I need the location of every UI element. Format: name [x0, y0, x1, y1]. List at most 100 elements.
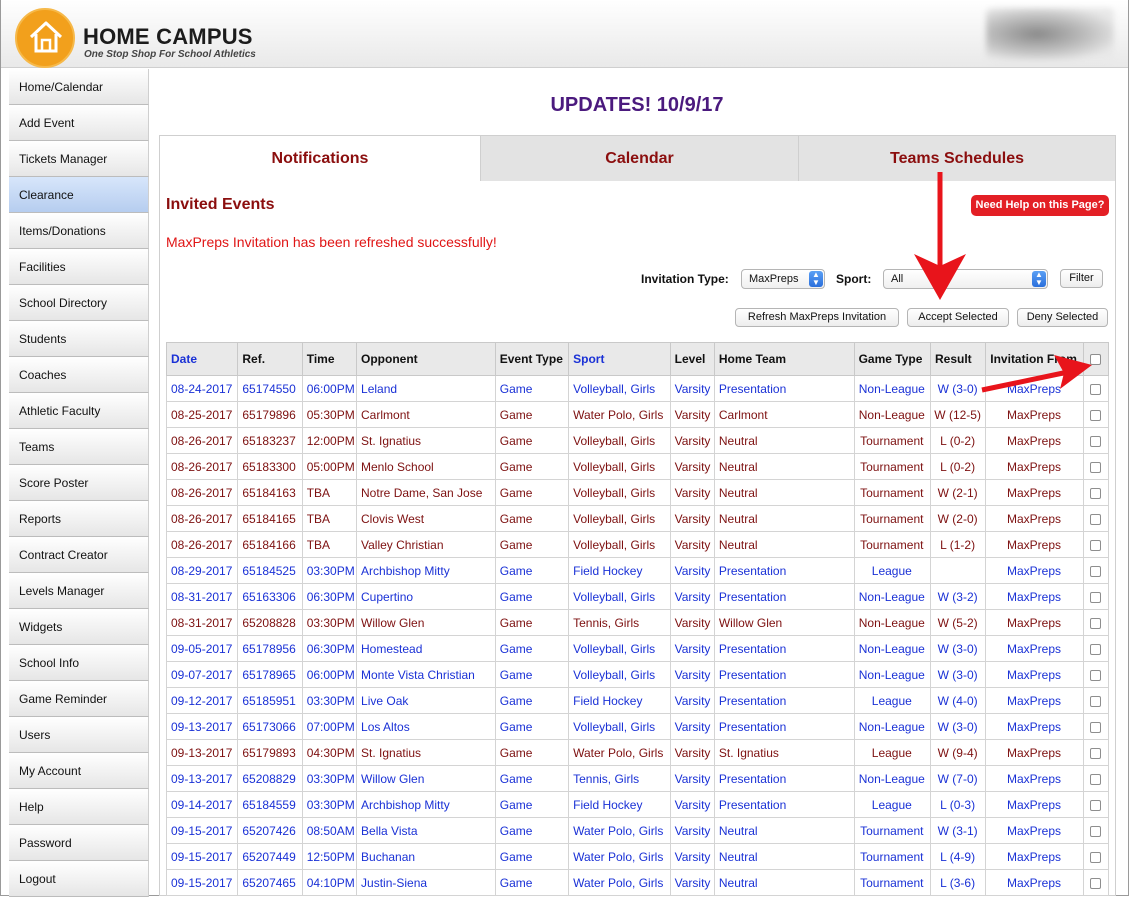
- cell-ref[interactable]: 65163306: [237, 583, 303, 610]
- cell-time[interactable]: 03:30PM: [301, 791, 358, 818]
- cell-event-type[interactable]: Game: [494, 375, 570, 402]
- sidebar-item-my-account[interactable]: My Account: [9, 753, 149, 789]
- cell-result[interactable]: W (3-0): [929, 713, 987, 740]
- cell-event-type[interactable]: Game: [494, 713, 570, 740]
- cell-level[interactable]: Varsity: [669, 687, 715, 714]
- sidebar-item-contract-creator[interactable]: Contract Creator: [9, 537, 149, 573]
- sidebar-item-game-reminder[interactable]: Game Reminder: [9, 681, 149, 717]
- row-select-checkbox[interactable]: [1082, 687, 1110, 714]
- cell-event-type[interactable]: Game: [494, 843, 570, 870]
- cell-opponent[interactable]: Monte Vista Christian: [356, 661, 496, 688]
- cell-time[interactable]: 06:30PM: [301, 635, 358, 662]
- cell-date[interactable]: 09-05-2017: [165, 635, 239, 662]
- cell-event-type[interactable]: Game: [494, 687, 570, 714]
- cell-level[interactable]: Varsity: [669, 635, 715, 662]
- cell-date[interactable]: 08-24-2017: [165, 375, 239, 402]
- cell-level[interactable]: Varsity: [669, 817, 715, 844]
- cell-time[interactable]: 06:00PM: [301, 375, 358, 402]
- cell-game-type[interactable]: Non-League: [853, 375, 931, 402]
- cell-level[interactable]: Varsity: [669, 375, 715, 402]
- cell-date[interactable]: 09-13-2017: [165, 713, 239, 740]
- row-select-checkbox[interactable]: [1082, 635, 1110, 662]
- row-select-checkbox[interactable]: [1082, 505, 1110, 532]
- cell-home-team[interactable]: Presentation: [713, 375, 855, 402]
- row-select-checkbox[interactable]: [1082, 531, 1110, 558]
- cell-invitation-from[interactable]: MaxPreps: [985, 375, 1084, 402]
- cell-sport[interactable]: Field Hockey: [568, 791, 671, 818]
- row-select-checkbox[interactable]: [1082, 375, 1110, 402]
- row-select-checkbox[interactable]: [1082, 609, 1110, 636]
- cell-ref[interactable]: 65184163: [237, 479, 303, 506]
- cell-ref[interactable]: 65184559: [237, 791, 303, 818]
- cell-ref[interactable]: 65183237: [237, 427, 303, 454]
- cell-event-type[interactable]: Game: [494, 661, 570, 688]
- user-profile-avatar[interactable]: [986, 8, 1114, 60]
- cell-result[interactable]: W (4-0): [929, 687, 987, 714]
- cell-ref[interactable]: 65184166: [237, 531, 303, 558]
- cell-date[interactable]: 09-07-2017: [165, 661, 239, 688]
- cell-date[interactable]: 09-15-2017: [165, 843, 239, 870]
- home-logo-icon[interactable]: [15, 8, 75, 68]
- cell-time[interactable]: 03:30PM: [301, 557, 358, 584]
- cell-result[interactable]: L (3-6): [929, 869, 987, 896]
- cell-time[interactable]: 03:30PM: [301, 687, 358, 714]
- cell-ref[interactable]: 65174550: [237, 375, 303, 402]
- cell-game-type[interactable]: Non-League: [853, 661, 931, 688]
- sidebar-item-add-event[interactable]: Add Event: [9, 105, 149, 141]
- cell-ref[interactable]: 65178956: [237, 635, 303, 662]
- row-select-checkbox[interactable]: [1082, 817, 1110, 844]
- cell-event-type[interactable]: Game: [494, 791, 570, 818]
- cell-game-type[interactable]: Tournament: [853, 843, 931, 870]
- cell-result[interactable]: W (3-0): [929, 635, 987, 662]
- cell-invitation-from[interactable]: MaxPreps: [985, 661, 1084, 688]
- cell-time[interactable]: 07:00PM: [301, 713, 358, 740]
- cell-game-type[interactable]: Tournament: [853, 869, 931, 896]
- cell-home-team[interactable]: Presentation: [713, 635, 855, 662]
- cell-invitation-from[interactable]: MaxPreps: [985, 817, 1084, 844]
- cell-event-type[interactable]: Game: [494, 817, 570, 844]
- sidebar-item-levels-manager[interactable]: Levels Manager: [9, 573, 149, 609]
- cell-result[interactable]: W (7-0): [929, 765, 987, 792]
- cell-invitation-from[interactable]: MaxPreps: [985, 635, 1084, 662]
- row-select-checkbox[interactable]: [1082, 765, 1110, 792]
- cell-home-team[interactable]: Presentation: [713, 765, 855, 792]
- sidebar-item-reports[interactable]: Reports: [9, 501, 149, 537]
- cell-date[interactable]: 09-13-2017: [165, 765, 239, 792]
- deny-selected-button[interactable]: Deny Selected: [1017, 308, 1108, 327]
- sidebar-item-items-donations[interactable]: Items/Donations: [9, 213, 149, 249]
- row-select-checkbox[interactable]: [1082, 583, 1110, 610]
- row-select-checkbox[interactable]: [1082, 713, 1110, 740]
- cell-invitation-from[interactable]: MaxPreps: [985, 583, 1084, 610]
- row-select-checkbox[interactable]: [1082, 661, 1110, 688]
- sidebar-item-coaches[interactable]: Coaches: [9, 357, 149, 393]
- cell-opponent[interactable]: Cupertino: [356, 583, 496, 610]
- cell-result[interactable]: W (3-0): [929, 661, 987, 688]
- cell-ref[interactable]: 65185951: [237, 687, 303, 714]
- cell-home-team[interactable]: Presentation: [713, 791, 855, 818]
- sidebar-item-users[interactable]: Users: [9, 717, 149, 753]
- row-select-checkbox[interactable]: [1082, 869, 1110, 896]
- sidebar-item-students[interactable]: Students: [9, 321, 149, 357]
- cell-result[interactable]: W (3-1): [929, 817, 987, 844]
- sidebar-item-school-directory[interactable]: School Directory: [9, 285, 149, 321]
- cell-time[interactable]: 06:30PM: [301, 583, 358, 610]
- cell-sport[interactable]: Volleyball, Girls: [568, 375, 671, 402]
- cell-time[interactable]: 12:50PM: [301, 843, 358, 870]
- cell-sport[interactable]: Water Polo, Girls: [568, 817, 671, 844]
- cell-sport[interactable]: Volleyball, Girls: [568, 583, 671, 610]
- cell-game-type[interactable]: Non-League: [853, 635, 931, 662]
- cell-time[interactable]: 03:30PM: [301, 765, 358, 792]
- sidebar-item-athletic-faculty[interactable]: Athletic Faculty: [9, 393, 149, 429]
- sidebar-item-tickets-manager[interactable]: Tickets Manager: [9, 141, 149, 177]
- cell-game-type[interactable]: League: [853, 687, 931, 714]
- cell-event-type[interactable]: Game: [494, 557, 570, 584]
- sidebar-item-clearance[interactable]: Clearance: [9, 177, 149, 213]
- cell-opponent[interactable]: Homestead: [356, 635, 496, 662]
- tab-calendar[interactable]: Calendar: [480, 136, 798, 181]
- cell-ref[interactable]: 65179893: [237, 739, 303, 766]
- sidebar-item-teams[interactable]: Teams: [9, 429, 149, 465]
- cell-opponent[interactable]: Bella Vista: [356, 817, 496, 844]
- cell-opponent[interactable]: Buchanan: [356, 843, 496, 870]
- row-select-checkbox[interactable]: [1082, 843, 1110, 870]
- cell-result[interactable]: L (4-9): [929, 843, 987, 870]
